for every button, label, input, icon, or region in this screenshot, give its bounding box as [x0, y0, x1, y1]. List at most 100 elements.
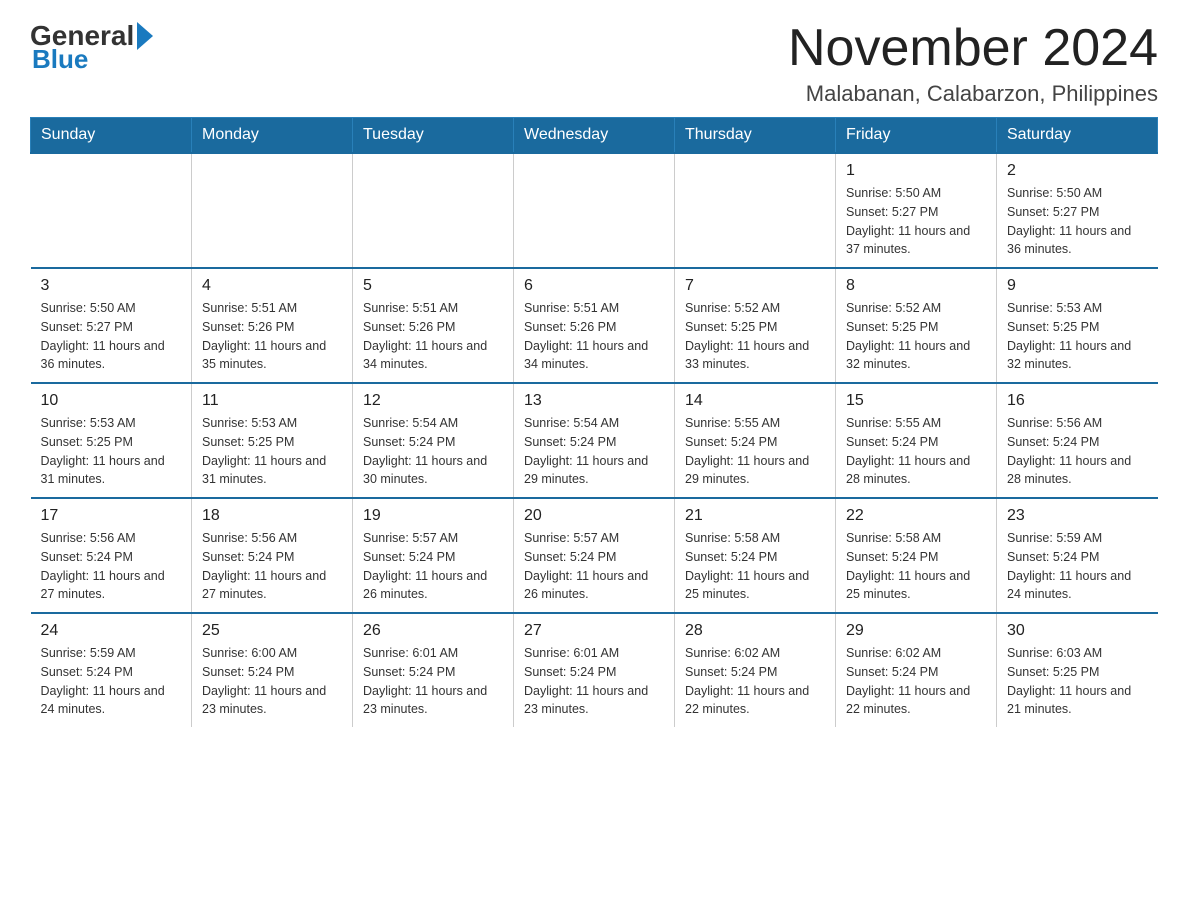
day-number: 10 [41, 392, 182, 410]
day-number: 15 [846, 392, 986, 410]
day-info: Sunrise: 5:55 AM Sunset: 5:24 PM Dayligh… [846, 414, 986, 489]
page-header: General Blue November 2024 Malabanan, Ca… [30, 20, 1158, 107]
day-info: Sunrise: 5:59 AM Sunset: 5:24 PM Dayligh… [41, 644, 182, 719]
header-friday: Friday [836, 118, 997, 154]
calendar-cell-w3-d6: 15 Sunrise: 5:55 AM Sunset: 5:24 PM Dayli… [836, 383, 997, 498]
calendar-cell-w5-d5: 28 Sunrise: 6:02 AM Sunset: 5:24 PM Dayli… [675, 613, 836, 727]
day-number: 14 [685, 392, 825, 410]
month-title: November 2024 [788, 20, 1158, 77]
day-number: 11 [202, 392, 342, 410]
day-info: Sunrise: 5:53 AM Sunset: 5:25 PM Dayligh… [41, 414, 182, 489]
calendar-cell-w5-d6: 29 Sunrise: 6:02 AM Sunset: 5:24 PM Dayli… [836, 613, 997, 727]
calendar-cell-w3-d2: 11 Sunrise: 5:53 AM Sunset: 5:25 PM Dayli… [192, 383, 353, 498]
calendar-cell-w3-d3: 12Sunrise: 5:54 AM Sunset: 5:24 PM Dayli… [353, 383, 514, 498]
header-tuesday: Tuesday [353, 118, 514, 154]
day-number: 18 [202, 507, 342, 525]
calendar-cell-w3-d7: 16 Sunrise: 5:56 AM Sunset: 5:24 PM Dayli… [997, 383, 1158, 498]
day-info: Sunrise: 5:53 AM Sunset: 5:25 PM Dayligh… [202, 414, 342, 489]
calendar-header-row: SundayMondayTuesdayWednesdayThursdayFrid… [31, 118, 1158, 154]
calendar-cell-w1-d2 [192, 153, 353, 268]
calendar-cell-w5-d3: 26 Sunrise: 6:01 AM Sunset: 5:24 PM Dayli… [353, 613, 514, 727]
logo-triangle-icon [137, 22, 153, 50]
day-info: Sunrise: 6:01 AM Sunset: 5:24 PM Dayligh… [524, 644, 664, 719]
calendar-cell-w4-d4: 20 Sunrise: 5:57 AM Sunset: 5:24 PM Dayli… [514, 498, 675, 613]
day-number: 25 [202, 622, 342, 640]
calendar-cell-w2-d2: 4 Sunrise: 5:51 AM Sunset: 5:26 PM Daylig… [192, 268, 353, 383]
day-info: Sunrise: 5:56 AM Sunset: 5:24 PM Dayligh… [41, 529, 182, 604]
calendar-cell-w5-d7: 30 Sunrise: 6:03 AM Sunset: 5:25 PM Dayli… [997, 613, 1158, 727]
calendar-cell-w2-d7: 9Sunrise: 5:53 AM Sunset: 5:25 PM Daylig… [997, 268, 1158, 383]
day-info: Sunrise: 5:58 AM Sunset: 5:24 PM Dayligh… [685, 529, 825, 604]
day-number: 12 [363, 392, 503, 410]
day-info: Sunrise: 6:01 AM Sunset: 5:24 PM Dayligh… [363, 644, 503, 719]
calendar-cell-w4-d6: 22Sunrise: 5:58 AM Sunset: 5:24 PM Dayli… [836, 498, 997, 613]
day-info: Sunrise: 5:56 AM Sunset: 5:24 PM Dayligh… [202, 529, 342, 604]
calendar-cell-w5-d2: 25 Sunrise: 6:00 AM Sunset: 5:24 PM Dayli… [192, 613, 353, 727]
day-info: Sunrise: 5:57 AM Sunset: 5:24 PM Dayligh… [524, 529, 664, 604]
logo-blue-text: Blue [32, 44, 88, 75]
logo: General Blue [30, 20, 156, 75]
day-number: 20 [524, 507, 664, 525]
calendar-cell-w2-d5: 7 Sunrise: 5:52 AM Sunset: 5:25 PM Daylig… [675, 268, 836, 383]
day-number: 21 [685, 507, 825, 525]
calendar-cell-w4-d5: 21 Sunrise: 5:58 AM Sunset: 5:24 PM Dayli… [675, 498, 836, 613]
day-info: Sunrise: 5:52 AM Sunset: 5:25 PM Dayligh… [685, 299, 825, 374]
header-saturday: Saturday [997, 118, 1158, 154]
day-number: 16 [1007, 392, 1148, 410]
day-info: Sunrise: 5:59 AM Sunset: 5:24 PM Dayligh… [1007, 529, 1148, 604]
title-block: November 2024 Malabanan, Calabarzon, Phi… [788, 20, 1158, 107]
day-info: Sunrise: 6:02 AM Sunset: 5:24 PM Dayligh… [685, 644, 825, 719]
day-info: Sunrise: 5:52 AM Sunset: 5:25 PM Dayligh… [846, 299, 986, 374]
calendar-cell-w1-d4 [514, 153, 675, 268]
day-info: Sunrise: 5:57 AM Sunset: 5:24 PM Dayligh… [363, 529, 503, 604]
day-info: Sunrise: 5:58 AM Sunset: 5:24 PM Dayligh… [846, 529, 986, 604]
day-number: 27 [524, 622, 664, 640]
calendar-cell-w2-d4: 6 Sunrise: 5:51 AM Sunset: 5:26 PM Daylig… [514, 268, 675, 383]
day-info: Sunrise: 6:00 AM Sunset: 5:24 PM Dayligh… [202, 644, 342, 719]
day-number: 7 [685, 277, 825, 295]
day-number: 23 [1007, 507, 1148, 525]
calendar-cell-w5-d4: 27 Sunrise: 6:01 AM Sunset: 5:24 PM Dayli… [514, 613, 675, 727]
day-number: 4 [202, 277, 342, 295]
day-info: Sunrise: 5:50 AM Sunset: 5:27 PM Dayligh… [846, 184, 986, 259]
day-number: 6 [524, 277, 664, 295]
day-info: Sunrise: 5:56 AM Sunset: 5:24 PM Dayligh… [1007, 414, 1148, 489]
day-info: Sunrise: 6:03 AM Sunset: 5:25 PM Dayligh… [1007, 644, 1148, 719]
calendar-cell-w2-d6: 8Sunrise: 5:52 AM Sunset: 5:25 PM Daylig… [836, 268, 997, 383]
calendar-week-1: 1Sunrise: 5:50 AM Sunset: 5:27 PM Daylig… [31, 153, 1158, 268]
day-info: Sunrise: 5:50 AM Sunset: 5:27 PM Dayligh… [1007, 184, 1148, 259]
day-number: 19 [363, 507, 503, 525]
day-info: Sunrise: 5:51 AM Sunset: 5:26 PM Dayligh… [363, 299, 503, 374]
calendar-cell-w2-d1: 3Sunrise: 5:50 AM Sunset: 5:27 PM Daylig… [31, 268, 192, 383]
calendar-cell-w3-d4: 13 Sunrise: 5:54 AM Sunset: 5:24 PM Dayli… [514, 383, 675, 498]
calendar-cell-w1-d6: 1Sunrise: 5:50 AM Sunset: 5:27 PM Daylig… [836, 153, 997, 268]
calendar-cell-w3-d1: 10 Sunrise: 5:53 AM Sunset: 5:25 PM Dayli… [31, 383, 192, 498]
calendar-cell-w1-d1 [31, 153, 192, 268]
calendar-cell-w1-d5 [675, 153, 836, 268]
day-number: 30 [1007, 622, 1148, 640]
day-info: Sunrise: 5:53 AM Sunset: 5:25 PM Dayligh… [1007, 299, 1148, 374]
calendar-cell-w4-d7: 23 Sunrise: 5:59 AM Sunset: 5:24 PM Dayli… [997, 498, 1158, 613]
day-info: Sunrise: 6:02 AM Sunset: 5:24 PM Dayligh… [846, 644, 986, 719]
calendar-cell-w4-d1: 17 Sunrise: 5:56 AM Sunset: 5:24 PM Dayli… [31, 498, 192, 613]
day-info: Sunrise: 5:54 AM Sunset: 5:24 PM Dayligh… [524, 414, 664, 489]
calendar-cell-w4-d3: 19 Sunrise: 5:57 AM Sunset: 5:24 PM Dayli… [353, 498, 514, 613]
header-thursday: Thursday [675, 118, 836, 154]
day-info: Sunrise: 5:51 AM Sunset: 5:26 PM Dayligh… [202, 299, 342, 374]
day-info: Sunrise: 5:51 AM Sunset: 5:26 PM Dayligh… [524, 299, 664, 374]
calendar-cell-w2-d3: 5 Sunrise: 5:51 AM Sunset: 5:26 PM Daylig… [353, 268, 514, 383]
day-number: 13 [524, 392, 664, 410]
day-info: Sunrise: 5:50 AM Sunset: 5:27 PM Dayligh… [41, 299, 182, 374]
calendar-week-3: 10 Sunrise: 5:53 AM Sunset: 5:25 PM Dayli… [31, 383, 1158, 498]
calendar-cell-w3-d5: 14Sunrise: 5:55 AM Sunset: 5:24 PM Dayli… [675, 383, 836, 498]
day-number: 5 [363, 277, 503, 295]
calendar-week-5: 24 Sunrise: 5:59 AM Sunset: 5:24 PM Dayli… [31, 613, 1158, 727]
day-number: 2 [1007, 162, 1148, 180]
header-sunday: Sunday [31, 118, 192, 154]
day-number: 29 [846, 622, 986, 640]
day-number: 28 [685, 622, 825, 640]
day-number: 17 [41, 507, 182, 525]
day-number: 26 [363, 622, 503, 640]
day-number: 24 [41, 622, 182, 640]
header-monday: Monday [192, 118, 353, 154]
